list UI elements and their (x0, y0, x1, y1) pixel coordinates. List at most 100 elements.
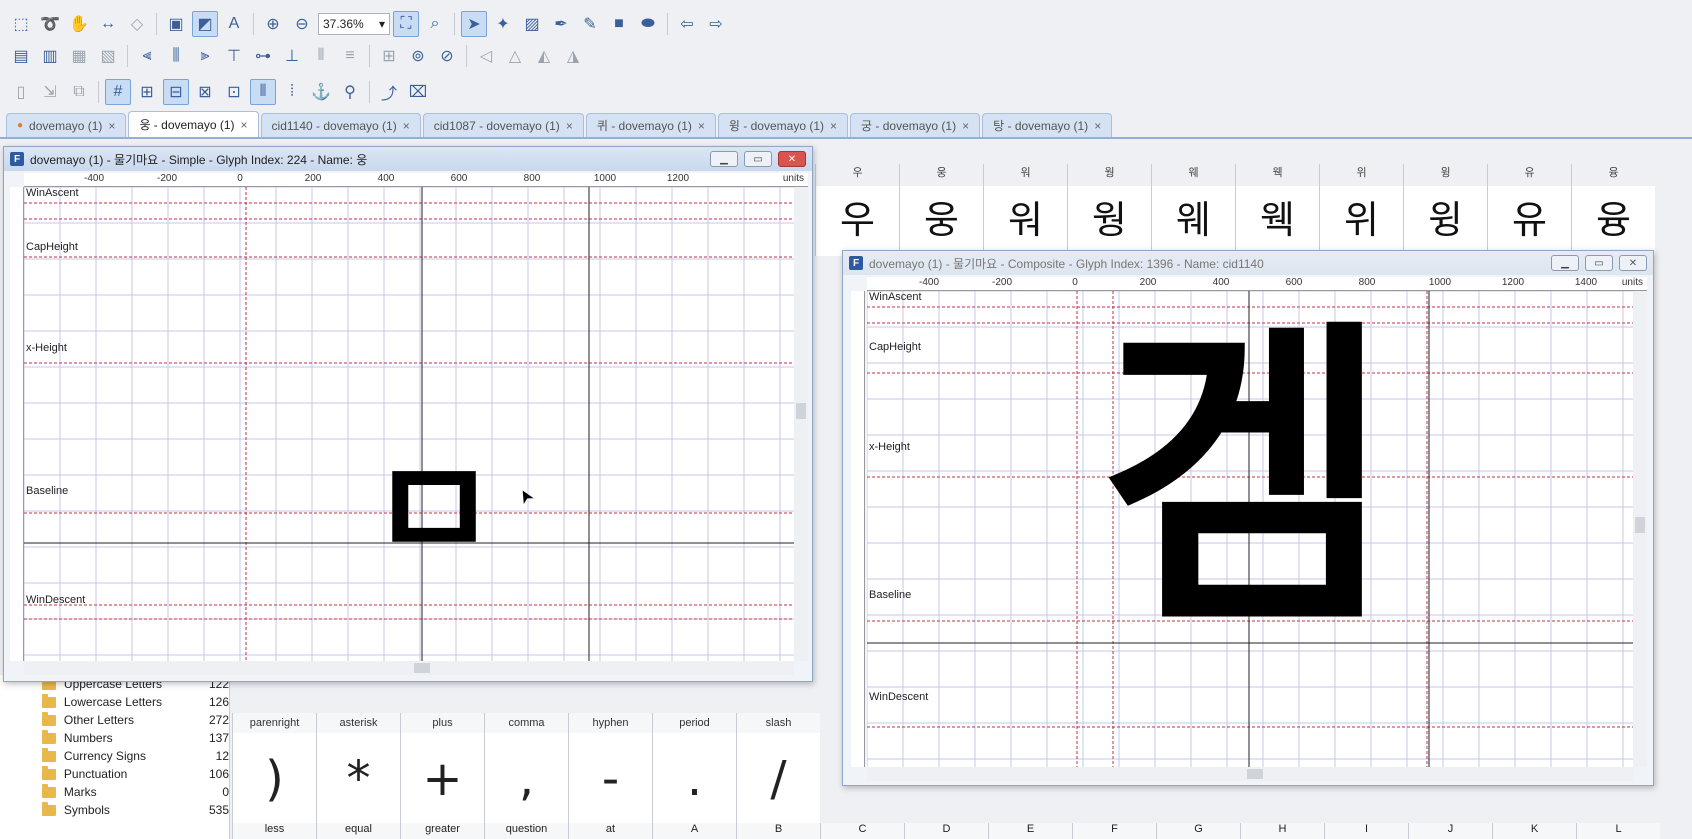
glyph-grid-cell[interactable]: 웡 (1067, 186, 1151, 256)
close-tab-icon[interactable]: × (698, 119, 705, 133)
glyph-grid-cell[interactable]: ) (232, 733, 316, 825)
glyph-grid-cell[interactable]: 워 (983, 186, 1067, 256)
close-tab-icon[interactable]: × (566, 119, 573, 133)
glyph-grid-cell[interactable]: - (568, 733, 652, 825)
pointer-tool-icon[interactable]: ➤ (461, 11, 487, 37)
scroll-thumb[interactable] (1247, 769, 1263, 779)
next-glyph-icon[interactable]: ⇨ (703, 11, 729, 37)
flip-horizontal-icon[interactable]: △ (502, 43, 528, 69)
link-icon[interactable]: ⊚ (405, 43, 431, 69)
zoom-window-icon[interactable]: ⌕ (422, 11, 448, 37)
rectangle-select-icon[interactable]: ⬚ (8, 11, 34, 37)
lock-metrics-icon[interactable]: ⦙ (279, 79, 305, 105)
fit-glyph-icon[interactable]: ⛶ (393, 11, 419, 37)
glyph-grid-cell[interactable]: 웅 (899, 186, 983, 256)
fill-mode-icon[interactable]: ◩ (192, 11, 218, 37)
minimize-icon[interactable]: ▁ (710, 151, 738, 167)
guides-snap-icon[interactable]: ⊠ (192, 79, 218, 105)
node-tool-icon[interactable]: ✦ (490, 11, 516, 37)
image-icon[interactable]: ▨ (519, 11, 545, 37)
distribute-h-icon[interactable]: ⫴ (308, 43, 334, 69)
anchor-lock-icon[interactable]: ⚲ (337, 79, 363, 105)
glyph-canvas[interactable]: WinAscent CapHeight x-Height Baseline WinDes… (24, 187, 794, 661)
tree-item[interactable]: Other Letters 272 (0, 711, 229, 729)
vertical-scrollbar[interactable] (794, 187, 808, 661)
glyph-window-composite[interactable]: F dovemayo (1) - 물기마요 - Composite - Glyp… (842, 250, 1654, 786)
glyph-outline[interactable]: ㅁ (369, 442, 498, 582)
tab-0[interactable]: ● dovemayo (1) × (6, 113, 127, 137)
grid-icon[interactable]: # (105, 79, 131, 105)
glyph-grid-cell[interactable]: 웨 (1151, 186, 1235, 256)
maximize-icon[interactable]: ▭ (744, 151, 772, 167)
align-bottom-icon[interactable]: ⊥ (279, 43, 305, 69)
tree-item[interactable]: Punctuation 106 (0, 765, 229, 783)
hint-icon[interactable]: ⤴ (376, 79, 402, 105)
grid-snap-icon[interactable]: ⊞ (134, 79, 160, 105)
pencil-icon[interactable]: ✎ (577, 11, 603, 37)
glyph-window-simple[interactable]: F dovemayo (1) - 물기마요 - Simple - Glyph I… (3, 146, 813, 682)
window-titlebar[interactable]: F dovemayo (1) - 물기마요 - Composite - Glyp… (843, 251, 1653, 275)
zoom-select[interactable]: 37.36% ▾ (318, 13, 390, 35)
zoom-in-icon[interactable]: ⊕ (260, 11, 286, 37)
hand-pan-icon[interactable]: ✋ (66, 11, 92, 37)
flip-left-icon[interactable]: ◁ (473, 43, 499, 69)
tab-5[interactable]: 윙 - dovemayo (1) × (717, 113, 849, 137)
vertical-scrollbar[interactable] (1633, 291, 1647, 767)
new-file-icon[interactable]: ▯ (8, 79, 34, 105)
previous-glyph-icon[interactable]: ⇦ (674, 11, 700, 37)
glyph-grid-cell[interactable]: , (484, 733, 568, 825)
tree-item[interactable]: Symbols 535 (0, 801, 229, 819)
ungroup-icon[interactable]: ▥ (37, 43, 63, 69)
glyph-grid-cell[interactable]: 유 (1487, 186, 1571, 256)
align-center-icon[interactable]: ⫼ (163, 43, 189, 69)
guides-icon[interactable]: ⊟ (163, 79, 189, 105)
close-tab-icon[interactable]: × (1094, 119, 1101, 133)
unlink-icon[interactable]: ⊘ (434, 43, 460, 69)
close-tab-icon[interactable]: × (403, 119, 410, 133)
tab-7[interactable]: 탕 - dovemayo (1) × (982, 113, 1113, 137)
horizontal-scrollbar[interactable] (24, 661, 794, 675)
lasso-icon[interactable]: ➰ (37, 11, 63, 37)
close-tab-icon[interactable]: × (962, 119, 969, 133)
bring-forward-icon[interactable]: ▦ (66, 43, 92, 69)
close-tab-icon[interactable]: × (108, 119, 115, 133)
horizontal-scrollbar[interactable] (867, 767, 1633, 781)
window-titlebar[interactable]: F dovemayo (1) - 물기마요 - Simple - Glyph I… (4, 147, 812, 171)
rotate-icon[interactable]: ◭ (531, 43, 557, 69)
glyph-grid-cell[interactable]: 웩 (1235, 186, 1319, 256)
eraser-icon[interactable]: ◇ (124, 11, 150, 37)
close-tab-icon[interactable]: × (241, 118, 248, 132)
maximize-icon[interactable]: ▭ (1585, 255, 1613, 271)
glyph-grid-cell[interactable]: 윙 (1403, 186, 1487, 256)
scroll-thumb[interactable] (1635, 517, 1645, 533)
glyph-grid-cell[interactable]: 위 (1319, 186, 1403, 256)
copy-file-icon[interactable]: ⧉ (66, 79, 92, 105)
metrics-icon[interactable]: ⦀ (250, 79, 276, 105)
tab-4[interactable]: 퀴 - dovemayo (1) × (585, 113, 716, 137)
text-tool-icon[interactable]: A (221, 11, 247, 37)
pen-icon[interactable]: ✒ (548, 11, 574, 37)
align-left-icon[interactable]: ⫷ (134, 43, 160, 69)
tree-item[interactable]: Numbers 137 (0, 729, 229, 747)
scroll-thumb[interactable] (796, 403, 806, 419)
minimize-icon[interactable]: ▁ (1551, 255, 1579, 271)
preview-icon[interactable]: ▣ (163, 11, 189, 37)
glyph-grid-cell[interactable]: + (400, 733, 484, 825)
lock-guides-icon[interactable]: ⊡ (221, 79, 247, 105)
close-tab-icon[interactable]: × (830, 119, 837, 133)
scroll-thumb[interactable] (414, 663, 430, 673)
export-icon[interactable]: ⇲ (37, 79, 63, 105)
rectangle-tool-icon[interactable]: ■ (606, 11, 632, 37)
ellipse-tool-icon[interactable]: ⬬ (635, 11, 661, 37)
close-icon[interactable]: ✕ (1619, 255, 1647, 271)
close-icon[interactable]: ✕ (778, 151, 806, 167)
tab-1[interactable]: 웅 - dovemayo (1) × (128, 111, 259, 137)
tree-item[interactable]: Marks 0 (0, 783, 229, 801)
transform-icon[interactable]: ⊞ (376, 43, 402, 69)
skew-icon[interactable]: ◮ (560, 43, 586, 69)
anchor-icon[interactable]: ⚓ (308, 79, 334, 105)
glyph-grid-cell[interactable]: . (652, 733, 736, 825)
tree-item[interactable]: Lowercase Letters 126 (0, 693, 229, 711)
align-middle-icon[interactable]: ⊶ (250, 43, 276, 69)
distribute-v-icon[interactable]: ≡ (337, 43, 363, 69)
